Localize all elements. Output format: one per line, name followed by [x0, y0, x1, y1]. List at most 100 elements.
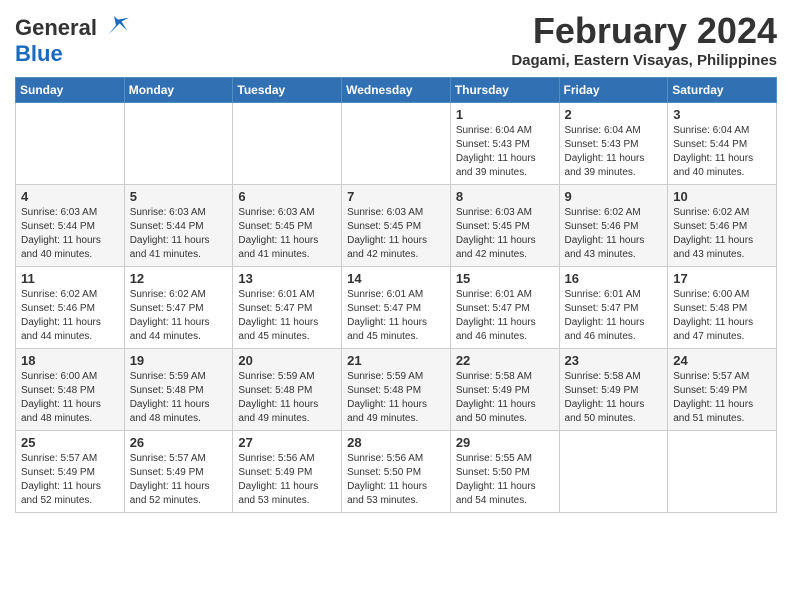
- day-info: Sunrise: 5:57 AMSunset: 5:49 PMDaylight:…: [130, 452, 228, 508]
- calendar-week-row: 4 Sunrise: 6:03 AMSunset: 5:44 PMDaylight…: [16, 185, 777, 267]
- calendar-cell: 2 Sunrise: 6:04 AMSunset: 5:43 PMDaylight…: [559, 103, 668, 185]
- day-header-wednesday: Wednesday: [342, 78, 451, 103]
- calendar-cell: 19Sunrise: 5:59 AMSunset: 5:48 PMDayligh…: [124, 349, 233, 431]
- day-number: 27: [238, 435, 336, 450]
- day-info: Sunrise: 5:59 AMSunset: 5:48 PMDaylight:…: [238, 370, 336, 426]
- calendar-cell: [342, 103, 451, 185]
- calendar-cell: 26Sunrise: 5:57 AMSunset: 5:49 PMDayligh…: [124, 431, 233, 513]
- day-header-saturday: Saturday: [668, 78, 777, 103]
- calendar-cell: 4 Sunrise: 6:03 AMSunset: 5:44 PMDaylight…: [16, 185, 125, 267]
- calendar-cell: 16 Sunrise: 6:01 AMSunset: 5:47 PMDayligh…: [559, 267, 668, 349]
- day-header-thursday: Thursday: [450, 78, 559, 103]
- calendar-week-row: 11 Sunrise: 6:02 AMSunset: 5:46 PMDayligh…: [16, 267, 777, 349]
- day-header-sunday: Sunday: [16, 78, 125, 103]
- calendar-cell: 15 Sunrise: 6:01 AMSunset: 5:47 PMDayligh…: [450, 267, 559, 349]
- calendar-week-row: 25 Sunrise: 5:57 AMSunset: 5:49 PMDayligh…: [16, 431, 777, 513]
- day-info: Sunrise: 5:58 AMSunset: 5:49 PMDaylight:…: [565, 370, 663, 426]
- day-number: 17: [673, 271, 771, 286]
- calendar-cell: 24Sunrise: 5:57 AMSunset: 5:49 PMDayligh…: [668, 349, 777, 431]
- day-number: 20: [238, 353, 336, 368]
- calendar-cell: 9 Sunrise: 6:02 AMSunset: 5:46 PMDaylight…: [559, 185, 668, 267]
- day-info: Sunrise: 6:03 AMSunset: 5:44 PMDaylight:…: [21, 206, 119, 262]
- calendar-header-row: SundayMondayTuesdayWednesdayThursdayFrid…: [16, 78, 777, 103]
- calendar-cell: 3 Sunrise: 6:04 AMSunset: 5:44 PMDaylight…: [668, 103, 777, 185]
- calendar-cell: 5 Sunrise: 6:03 AMSunset: 5:44 PMDaylight…: [124, 185, 233, 267]
- calendar-cell: 22 Sunrise: 5:58 AMSunset: 5:49 PMDayligh…: [450, 349, 559, 431]
- calendar-cell: [233, 103, 342, 185]
- logo-text-general: General: [15, 16, 97, 40]
- calendar-cell: 7Sunrise: 6:03 AMSunset: 5:45 PMDaylight…: [342, 185, 451, 267]
- day-info: Sunrise: 5:58 AMSunset: 5:49 PMDaylight:…: [456, 370, 554, 426]
- day-info: Sunrise: 5:55 AMSunset: 5:50 PMDaylight:…: [456, 452, 554, 508]
- calendar-cell: 18 Sunrise: 6:00 AMSunset: 5:48 PMDayligh…: [16, 349, 125, 431]
- day-number: 10: [673, 189, 771, 204]
- calendar-cell: [16, 103, 125, 185]
- day-info: Sunrise: 6:04 AMSunset: 5:43 PMDaylight:…: [456, 124, 554, 180]
- day-info: Sunrise: 6:01 AMSunset: 5:47 PMDaylight:…: [347, 288, 445, 344]
- day-info: Sunrise: 6:00 AMSunset: 5:48 PMDaylight:…: [673, 288, 771, 344]
- day-info: Sunrise: 6:01 AMSunset: 5:47 PMDaylight:…: [456, 288, 554, 344]
- calendar-cell: [124, 103, 233, 185]
- day-info: Sunrise: 6:02 AMSunset: 5:46 PMDaylight:…: [565, 206, 663, 262]
- day-number: 14: [347, 271, 445, 286]
- calendar-cell: 13 Sunrise: 6:01 AMSunset: 5:47 PMDayligh…: [233, 267, 342, 349]
- month-title: February 2024: [511, 10, 777, 52]
- day-info: Sunrise: 5:59 AMSunset: 5:48 PMDaylight:…: [130, 370, 228, 426]
- day-info: Sunrise: 6:04 AMSunset: 5:44 PMDaylight:…: [673, 124, 771, 180]
- day-number: 4: [21, 189, 119, 204]
- day-header-tuesday: Tuesday: [233, 78, 342, 103]
- day-number: 11: [21, 271, 119, 286]
- calendar-cell: 14 Sunrise: 6:01 AMSunset: 5:47 PMDayligh…: [342, 267, 451, 349]
- calendar-cell: [668, 431, 777, 513]
- day-number: 2: [565, 107, 663, 122]
- day-number: 16: [565, 271, 663, 286]
- calendar-week-row: 18 Sunrise: 6:00 AMSunset: 5:48 PMDayligh…: [16, 349, 777, 431]
- day-info: Sunrise: 6:03 AMSunset: 5:45 PMDaylight:…: [347, 206, 445, 262]
- logo: General Blue: [15, 14, 129, 66]
- day-info: Sunrise: 6:01 AMSunset: 5:47 PMDaylight:…: [565, 288, 663, 344]
- day-info: Sunrise: 6:04 AMSunset: 5:43 PMDaylight:…: [565, 124, 663, 180]
- day-info: Sunrise: 5:56 AMSunset: 5:49 PMDaylight:…: [238, 452, 336, 508]
- day-info: Sunrise: 6:01 AMSunset: 5:47 PMDaylight:…: [238, 288, 336, 344]
- day-info: Sunrise: 6:03 AMSunset: 5:45 PMDaylight:…: [238, 206, 336, 262]
- logo-bird-icon: [101, 14, 129, 42]
- day-number: 3: [673, 107, 771, 122]
- title-area: February 2024 Dagami, Eastern Visayas, P…: [511, 10, 777, 69]
- day-header-friday: Friday: [559, 78, 668, 103]
- day-number: 24: [673, 353, 771, 368]
- calendar-cell: 20 Sunrise: 5:59 AMSunset: 5:48 PMDayligh…: [233, 349, 342, 431]
- calendar-cell: 27 Sunrise: 5:56 AMSunset: 5:49 PMDayligh…: [233, 431, 342, 513]
- day-number: 28: [347, 435, 445, 450]
- calendar-cell: 23 Sunrise: 5:58 AMSunset: 5:49 PMDayligh…: [559, 349, 668, 431]
- calendar-cell: 1 Sunrise: 6:04 AMSunset: 5:43 PMDaylight…: [450, 103, 559, 185]
- day-number: 1: [456, 107, 554, 122]
- day-number: 21: [347, 353, 445, 368]
- day-number: 12: [130, 271, 228, 286]
- day-number: 9: [565, 189, 663, 204]
- calendar-week-row: 1 Sunrise: 6:04 AMSunset: 5:43 PMDaylight…: [16, 103, 777, 185]
- calendar-cell: 21 Sunrise: 5:59 AMSunset: 5:48 PMDayligh…: [342, 349, 451, 431]
- day-number: 13: [238, 271, 336, 286]
- day-info: Sunrise: 5:57 AMSunset: 5:49 PMDaylight:…: [21, 452, 119, 508]
- day-number: 5: [130, 189, 228, 204]
- day-number: 29: [456, 435, 554, 450]
- calendar-cell: 10 Sunrise: 6:02 AMSunset: 5:46 PMDayligh…: [668, 185, 777, 267]
- header: General Blue February 2024 Dagami, Easte…: [15, 10, 777, 69]
- calendar-cell: 25 Sunrise: 5:57 AMSunset: 5:49 PMDayligh…: [16, 431, 125, 513]
- day-number: 15: [456, 271, 554, 286]
- calendar-cell: 17 Sunrise: 6:00 AMSunset: 5:48 PMDayligh…: [668, 267, 777, 349]
- day-number: 23: [565, 353, 663, 368]
- calendar-cell: 12Sunrise: 6:02 AMSunset: 5:47 PMDayligh…: [124, 267, 233, 349]
- day-number: 22: [456, 353, 554, 368]
- calendar-cell: [559, 431, 668, 513]
- day-info: Sunrise: 6:00 AMSunset: 5:48 PMDaylight:…: [21, 370, 119, 426]
- day-number: 25: [21, 435, 119, 450]
- calendar-cell: 29 Sunrise: 5:55 AMSunset: 5:50 PMDayligh…: [450, 431, 559, 513]
- day-info: Sunrise: 6:02 AMSunset: 5:46 PMDaylight:…: [21, 288, 119, 344]
- day-header-monday: Monday: [124, 78, 233, 103]
- day-number: 18: [21, 353, 119, 368]
- day-info: Sunrise: 6:03 AMSunset: 5:45 PMDaylight:…: [456, 206, 554, 262]
- day-info: Sunrise: 6:02 AMSunset: 5:46 PMDaylight:…: [673, 206, 771, 262]
- day-info: Sunrise: 5:59 AMSunset: 5:48 PMDaylight:…: [347, 370, 445, 426]
- day-info: Sunrise: 6:03 AMSunset: 5:44 PMDaylight:…: [130, 206, 228, 262]
